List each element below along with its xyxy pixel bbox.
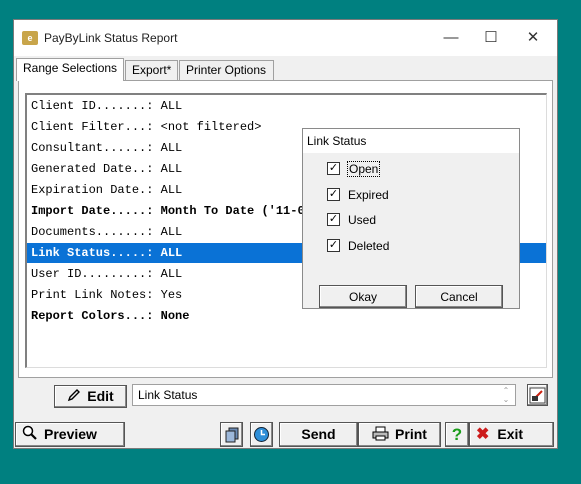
- edit-button[interactable]: Edit: [54, 385, 127, 408]
- help-button[interactable]: ?: [445, 422, 469, 447]
- documents-icon: [225, 427, 238, 443]
- cancel-button[interactable]: Cancel: [415, 285, 503, 308]
- option-deleted[interactable]: ✓ Deleted: [327, 237, 389, 255]
- preview-label: Preview: [44, 426, 97, 442]
- printer-icon: [372, 426, 389, 441]
- edit-bar: Edit Link Status ⌃ ⌄: [14, 382, 557, 410]
- send-button[interactable]: Send: [279, 422, 358, 447]
- print-label: Print: [395, 426, 427, 442]
- magnifier-icon: [22, 426, 37, 441]
- tab-export[interactable]: Export*: [125, 60, 178, 80]
- print-button[interactable]: Print: [358, 422, 441, 447]
- maximize-button[interactable]: ☐: [471, 24, 511, 52]
- exit-x-icon: ✖: [476, 426, 490, 443]
- action-bar: Preview Send Print ? ✖ Exit: [14, 420, 557, 448]
- window-title: PayByLink Status Report: [44, 31, 178, 45]
- copy-button[interactable]: [220, 422, 243, 447]
- checkbox-expired[interactable]: ✓: [327, 188, 340, 202]
- minimize-button[interactable]: —: [431, 24, 471, 52]
- exit-label: Exit: [497, 426, 524, 442]
- clock-icon: [254, 427, 269, 442]
- option-expired-label: Expired: [348, 188, 389, 202]
- edit-label: Edit: [87, 388, 114, 404]
- checkbox-deleted[interactable]: ✓: [327, 239, 340, 253]
- checkbox-used[interactable]: ✓: [327, 213, 340, 227]
- app-icon: e: [22, 31, 38, 45]
- tab-printer-options[interactable]: Printer Options: [179, 60, 274, 80]
- exit-button[interactable]: ✖ Exit: [469, 422, 554, 447]
- option-used[interactable]: ✓ Used: [327, 211, 376, 229]
- pencil-icon: [68, 389, 81, 402]
- field-value: Link Status: [138, 388, 198, 402]
- popup-title: Link Status: [303, 129, 519, 153]
- close-button[interactable]: ✕: [513, 24, 553, 52]
- option-expired[interactable]: ✓ Expired: [327, 186, 389, 204]
- send-label: Send: [301, 426, 336, 442]
- option-open-label: Open: [346, 161, 381, 177]
- option-open[interactable]: ✓ Open: [327, 160, 381, 178]
- preview-button[interactable]: Preview: [15, 422, 125, 447]
- field-selector[interactable]: Link Status ⌃ ⌄: [132, 384, 516, 406]
- help-icon: ?: [451, 425, 463, 444]
- clear-button[interactable]: [527, 384, 548, 406]
- checkbox-open[interactable]: ✓: [327, 162, 340, 176]
- schedule-button[interactable]: [250, 422, 273, 447]
- link-status-popup: Link Status ✓ Open ✓ Expired ✓ Used ✓ Delete…: [302, 128, 520, 309]
- spin-arrows-icon[interactable]: ⌃ ⌄: [500, 386, 512, 404]
- okay-button[interactable]: Okay: [319, 285, 407, 308]
- title-bar[interactable]: e PayByLink Status Report — ☐ ✕: [14, 20, 557, 56]
- tab-range-selections[interactable]: Range Selections: [16, 58, 124, 81]
- selection-row[interactable]: Client ID.......: ALL: [27, 96, 546, 116]
- option-used-label: Used: [348, 213, 377, 227]
- selection-row[interactable]: Report Colors...: None: [27, 306, 546, 326]
- eraser-icon: [529, 387, 546, 404]
- option-deleted-label: Deleted: [348, 239, 390, 253]
